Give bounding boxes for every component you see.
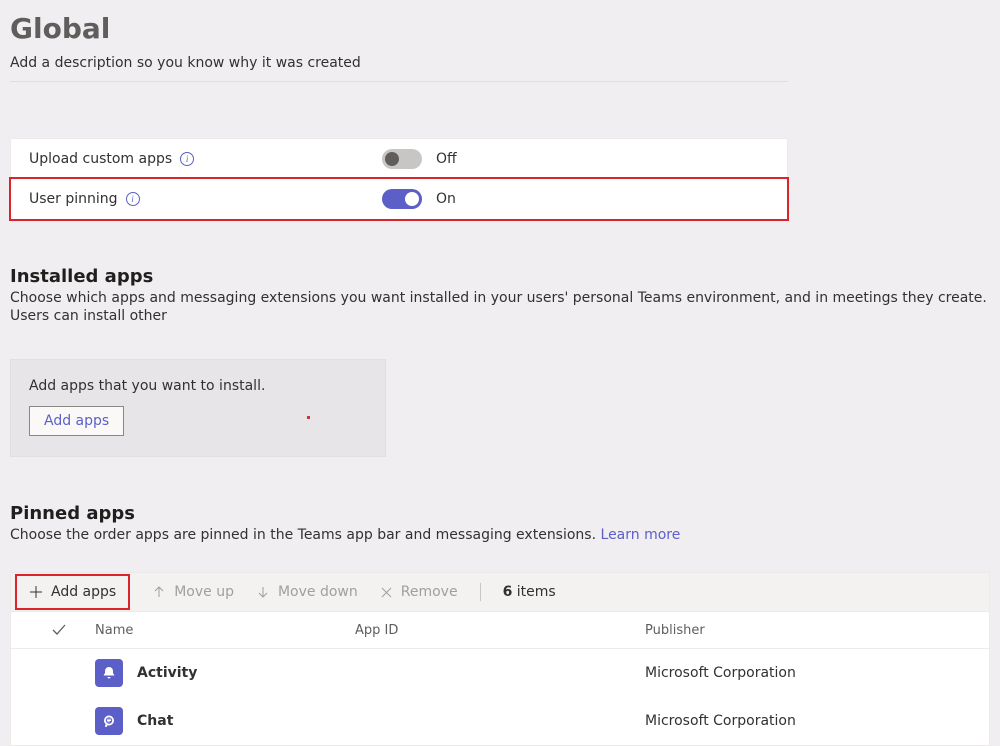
col-name[interactable]: Name [95, 623, 355, 638]
toggle-row-upload-custom-apps: Upload custom apps i Off [11, 139, 787, 179]
activity-app-icon [95, 659, 123, 687]
move-up-label: Move up [174, 584, 234, 600]
page-title: Global [10, 12, 990, 45]
item-count-number: 6 [503, 584, 513, 600]
table-row[interactable]: Chat Microsoft Corporation [11, 697, 989, 745]
remove-button: Remove [380, 584, 458, 600]
info-icon[interactable]: i [126, 192, 140, 206]
checkmark-icon [51, 622, 67, 638]
pinned-apps-heading: Pinned apps [10, 503, 990, 524]
move-up-button: Move up [152, 584, 234, 600]
add-pinned-apps-button[interactable]: Add apps [15, 574, 130, 610]
pinned-apps-subtext-text: Choose the order apps are pinned in the … [10, 527, 601, 543]
info-icon[interactable]: i [180, 152, 194, 166]
app-name: Chat [137, 713, 173, 729]
installed-apps-heading: Installed apps [10, 266, 990, 287]
arrow-down-icon [256, 585, 270, 599]
item-count-suffix: items [512, 584, 555, 600]
upload-custom-apps-toggle[interactable] [382, 149, 422, 169]
publisher-cell: Microsoft Corporation [645, 713, 989, 729]
pinned-apps-subtext: Choose the order apps are pinned in the … [10, 526, 990, 544]
table-row[interactable]: Activity Microsoft Corporation [11, 649, 989, 697]
col-app-id[interactable]: App ID [355, 623, 645, 638]
item-count: 6 items [503, 584, 556, 600]
app-name: Activity [137, 665, 197, 681]
toggle-row-user-pinning: User pinning i On [11, 179, 787, 219]
add-installed-apps-button[interactable]: Add apps [29, 406, 124, 436]
add-pinned-apps-label: Add apps [51, 584, 116, 600]
user-pinning-state: On [436, 191, 456, 207]
red-dot-icon [307, 416, 310, 419]
remove-label: Remove [401, 584, 458, 600]
arrow-up-icon [152, 585, 166, 599]
plus-icon [29, 585, 43, 599]
publisher-cell: Microsoft Corporation [645, 665, 989, 681]
select-all-column[interactable] [23, 622, 95, 638]
installed-apps-subtext: Choose which apps and messaging extensio… [10, 289, 990, 325]
learn-more-link[interactable]: Learn more [601, 527, 681, 543]
user-pinning-label: User pinning [29, 191, 118, 207]
highlight-user-pinning: User pinning i On [9, 177, 789, 221]
move-down-label: Move down [278, 584, 358, 600]
col-publisher[interactable]: Publisher [645, 623, 989, 638]
upload-custom-apps-state: Off [436, 151, 457, 167]
toolbar-separator [480, 583, 481, 601]
chat-app-icon [95, 707, 123, 735]
move-down-button: Move down [256, 584, 358, 600]
settings-toggle-card: Upload custom apps i Off User pinning i … [10, 138, 788, 220]
upload-custom-apps-label: Upload custom apps [29, 151, 172, 167]
user-pinning-toggle[interactable] [382, 189, 422, 209]
page-description[interactable]: Add a description so you know why it was… [10, 55, 788, 82]
close-icon [380, 586, 393, 599]
installed-apps-empty-msg: Add apps that you want to install. [29, 378, 367, 394]
installed-apps-empty-box: Add apps that you want to install. Add a… [10, 359, 386, 457]
pinned-apps-toolbar: Add apps Move up Move down Remove 6 item… [10, 572, 990, 612]
table-header: Name App ID Publisher [11, 612, 989, 649]
